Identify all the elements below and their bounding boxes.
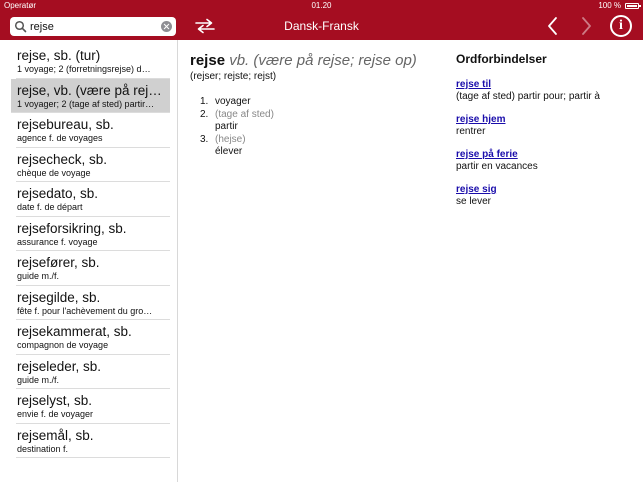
status-bar: Operatør 01.20 100 % [0,0,643,12]
phrase-item: rejse til (tage af sted) partir pour; pa… [456,79,636,103]
phrase-link[interactable]: rejse hjem [456,114,636,126]
phrases-title: Ordforbindelser [456,52,547,66]
sense-list: 1. voyager 2. (tage af sted) partir 3. (… [190,96,440,158]
list-item[interactable]: rejsegilde, sb. fête f. pour l'achèvemen… [16,286,170,320]
sense-number: 2. [200,109,209,120]
sense-number: 3. [200,134,209,145]
sense-note: (tage af sted) [215,109,274,120]
sense-item: 2. (tage af sted) partir [190,109,440,133]
list-item-translation: fête f. pour l'achèvement du gro… [17,305,153,316]
list-item-translation: agence f. de voyages [17,133,103,143]
list-item[interactable]: rejsebureau, sb. agence f. de voyages [16,113,170,148]
list-item-headword: rejsedato, sb. [17,186,99,201]
phrase-link[interactable]: rejse på ferie [456,149,636,161]
list-item-headword: rejsebureau, sb. [17,117,114,132]
list-item-headword: rejsegilde, sb. [17,289,101,305]
list-item-translation: 1 voyage; 2 (forretningsrejse) d… [17,64,151,74]
phrase-translation: se lever [456,196,492,207]
entry-headword: rejse [190,52,226,69]
list-item-translation: 1 voyager; 2 (tage af sted) partir… [17,98,155,109]
battery-percent: 100 % [598,1,621,10]
back-chevron-icon[interactable] [545,16,561,36]
list-item-headword: rejsecheck, sb. [17,151,108,167]
phrase-link[interactable]: rejse til [456,79,636,91]
sense-item: 3. (hejse) élever [190,134,440,158]
phrase-item: rejse på ferie partir en vacances [456,149,636,173]
sense-translation: voyager [215,96,251,107]
phrase-item: rejse hjem rentrer [456,114,636,138]
sense-note: (hejse) [215,134,246,145]
phrase-link[interactable]: rejse sig [456,184,636,196]
sense-number: 1. [200,96,209,107]
list-item[interactable]: rejsekammerat, sb. compagnon de voyage [16,320,170,355]
phrase-translation: partir en vacances [456,161,538,172]
dictionary-app: Operatør 01.20 100 % Dansk-Fransk i [0,0,643,482]
list-item-translation: envie f. de voyager [17,409,94,419]
list-item-headword: rejselyst, sb. [17,393,93,408]
list-item[interactable]: rejse, sb. (tur) 1 voyage; 2 (forretning… [16,44,170,79]
phrase-translation: rentrer [456,126,486,137]
list-item-headword: rejse, vb. (være på rej… [17,82,162,98]
sense-item: 1. voyager [190,96,440,108]
list-item-headword: rejse, sb. (tur) [17,48,101,63]
list-item[interactable]: rejsemål, sb. destination f. [16,424,170,458]
list-item-headword: rejsefører, sb. [17,255,100,270]
list-item-translation: date f. de départ [17,202,83,212]
entry-heading: rejse vb. (være på rejse; rejse op) [190,52,440,69]
list-item[interactable]: rejseforsikring, sb. assurance f. voyage [16,217,170,251]
list-item-selected[interactable]: rejse, vb. (være på rej… 1 voyager; 2 (t… [11,78,170,113]
list-item-translation: guide m./f. [17,271,60,281]
list-item-translation: chèque de voyage [17,167,91,178]
phrase-item: rejse sig se lever [456,184,636,208]
forward-chevron-icon[interactable] [578,16,594,36]
list-item-headword: rejsekammerat, sb. [17,324,132,339]
results-list: rejse, sb. (tur) 1 voyage; 2 (forretning… [0,40,178,482]
list-item[interactable]: rejseleder, sb. guide m./f. [16,355,170,389]
list-item-translation: guide m./f. [17,374,60,385]
list-item[interactable]: rejsefører, sb. guide m./f. [16,251,170,286]
entry-pos: vb. (være på rejse; rejse op) [229,52,417,69]
list-item-translation: assurance f. voyage [17,236,98,247]
battery-icon [625,3,641,9]
clock: 01.20 [311,1,332,10]
list-item-headword: rejsemål, sb. [17,427,94,443]
sense-translation: partir [215,121,238,132]
list-item-headword: rejseforsikring, sb. [17,220,127,236]
top-bar: Operatør 01.20 100 % Dansk-Fransk i [0,0,643,40]
list-item[interactable]: rejsecheck, sb. chèque de voyage [16,148,170,182]
entry-inflections: (rejser; rejste; rejst) [190,71,277,82]
list-item-translation: destination f. [17,443,69,454]
list-item[interactable]: rejselyst, sb. envie f. de voyager [16,389,170,424]
list-item[interactable]: rejsedato, sb. date f. de départ [16,182,170,217]
info-icon[interactable]: i [610,15,632,37]
entry-panel: rejse vb. (være på rejse; rejse op) (rej… [190,52,440,159]
phrases-panel: Ordforbindelser rejse til (tage af sted)… [456,52,636,219]
sense-translation: élever [215,146,243,157]
list-item-headword: rejseleder, sb. [17,358,102,374]
phrase-translation: (tage af sted) partir pour; partir à [456,91,600,102]
list-item-translation: compagnon de voyage [17,340,109,350]
